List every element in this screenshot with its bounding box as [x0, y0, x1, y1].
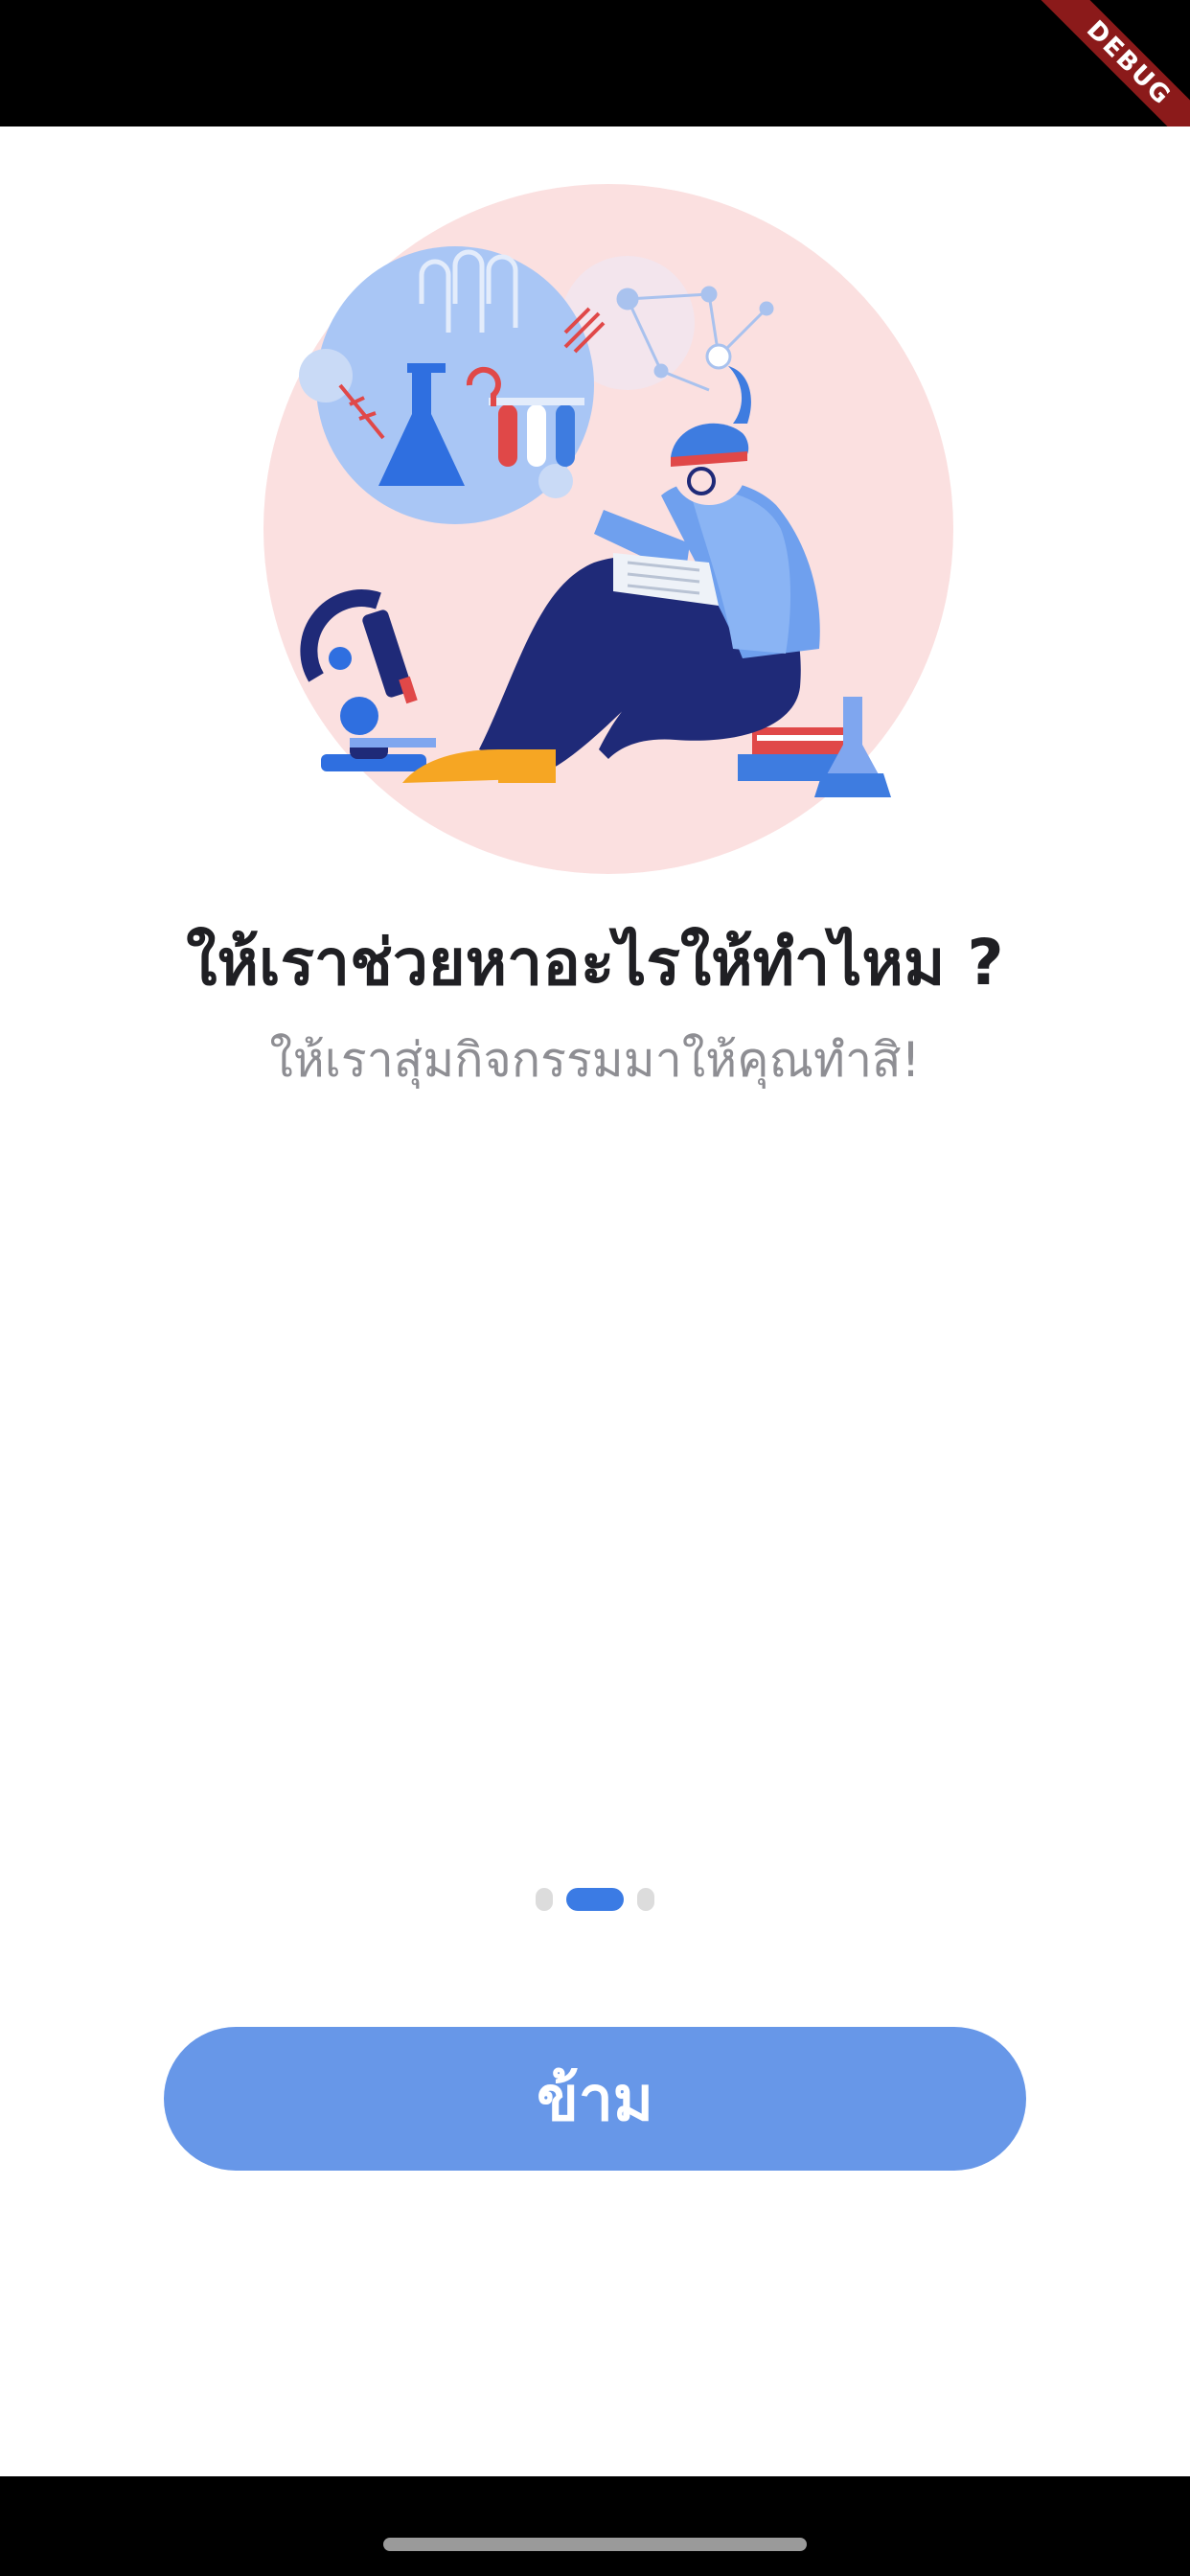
- page-title: ให้เราช่วยหาอะไรให้ทำไหม ?: [186, 926, 1004, 1000]
- bottom-bar: [0, 2476, 1190, 2576]
- home-indicator[interactable]: [383, 2538, 807, 2551]
- skip-button-label: ข้าม: [537, 2064, 653, 2135]
- status-bar: [0, 0, 1190, 126]
- page-dot-1[interactable]: [536, 1888, 553, 1911]
- page-dot-3[interactable]: [637, 1888, 654, 1911]
- skip-button[interactable]: ข้าม: [164, 2027, 1026, 2171]
- page-dot-2-active[interactable]: [566, 1888, 624, 1911]
- page-indicator: [0, 1888, 1190, 1911]
- page-subtitle: ให้เราสุ่มกิจกรรมมาให้คุณทำสิ!: [269, 1032, 921, 1088]
- scientist-reading-illustration: [263, 184, 953, 874]
- onboarding-screen: ให้เราช่วยหาอะไรให้ทำไหม ? ให้เราสุ่มกิจ…: [0, 126, 1190, 2476]
